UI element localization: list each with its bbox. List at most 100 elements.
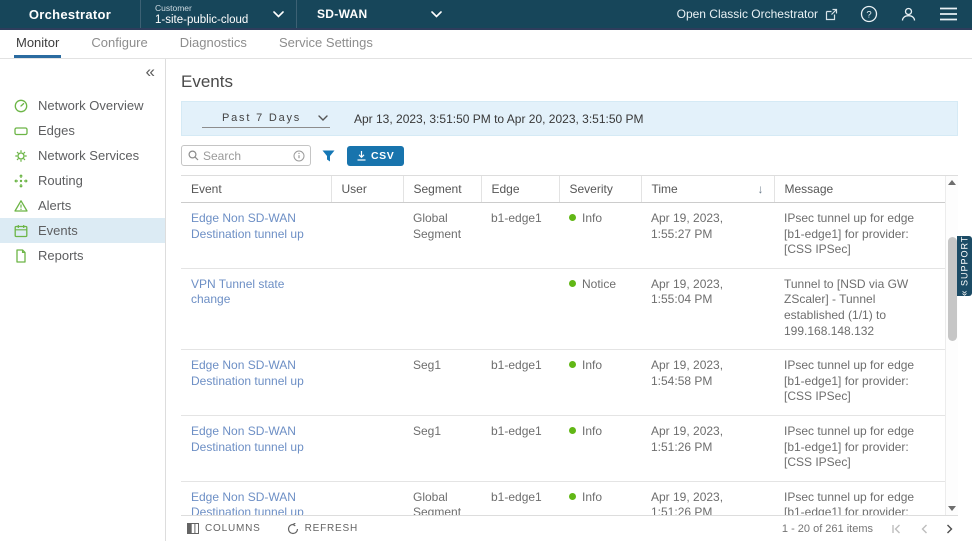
sidebar-item-network-services[interactable]: Network Services: [0, 143, 165, 168]
column-header-edge[interactable]: Edge: [481, 176, 559, 203]
sidebar-item-network-overview[interactable]: Network Overview: [0, 93, 165, 118]
table-row[interactable]: Edge Non SD-WAN Destination tunnel up Se…: [181, 350, 945, 416]
sidebar-item-reports[interactable]: Reports: [0, 243, 165, 268]
edge-cell: b1-edge1: [481, 350, 559, 416]
severity-label: Info: [582, 211, 602, 227]
tab-diagnostics[interactable]: Diagnostics: [178, 30, 249, 58]
gauge-icon: [14, 99, 28, 113]
event-link[interactable]: Edge Non SD-WAN Destination tunnel up: [181, 350, 331, 416]
grid-toolbar: CSV: [181, 145, 958, 166]
table-row[interactable]: VPN Tunnel state change Notice Apr 19, 2…: [181, 268, 945, 349]
user-icon[interactable]: [900, 6, 917, 23]
alert-triangle-icon: [14, 199, 28, 213]
table-scrollbar[interactable]: [945, 176, 958, 515]
download-icon: [357, 151, 366, 161]
column-header-user[interactable]: User: [331, 176, 403, 203]
open-classic-orchestrator-link[interactable]: Open Classic Orchestrator: [677, 7, 838, 21]
time-cell: Apr 19, 2023, 1:51:26 PM: [641, 415, 774, 481]
product-chevron-down-icon: [431, 11, 442, 18]
segment-cell: Global Segment: [403, 203, 481, 269]
customer-chevron-down-icon[interactable]: [269, 0, 296, 28]
message-cell: IPsec tunnel up for edge [b1-edge1] for …: [774, 481, 945, 515]
scroll-down-icon[interactable]: [948, 506, 956, 511]
product-name: SD-WAN: [317, 7, 367, 21]
tab-service-settings[interactable]: Service Settings: [277, 30, 375, 58]
table-row[interactable]: Edge Non SD-WAN Destination tunnel up Gl…: [181, 203, 945, 269]
refresh-icon: [287, 523, 299, 535]
column-header-segment[interactable]: Segment: [403, 176, 481, 203]
user-cell: [331, 350, 403, 416]
severity-label: Info: [582, 424, 602, 440]
column-header-event[interactable]: Event: [181, 176, 331, 203]
calendar-icon: [14, 224, 28, 238]
events-table: Event User Segment Edge Severity Time ↓ …: [181, 176, 945, 515]
column-header-message[interactable]: Message: [774, 176, 945, 203]
sidebar-item-label: Network Overview: [38, 98, 143, 113]
message-cell: IPsec tunnel up for edge [b1-edge1] for …: [774, 350, 945, 416]
hamburger-menu-icon[interactable]: [939, 7, 958, 21]
columns-button-label: COLUMNS: [205, 523, 261, 534]
message-cell: IPsec tunnel up for edge [b1-edge1] for …: [774, 203, 945, 269]
grid-footer: COLUMNS REFRESH 1 - 20 of 261 items: [181, 515, 958, 541]
column-header-severity[interactable]: Severity: [559, 176, 641, 203]
filter-icon[interactable]: [322, 150, 335, 162]
tab-configure[interactable]: Configure: [89, 30, 149, 58]
svg-text:?: ?: [866, 10, 871, 21]
next-page-icon[interactable]: [946, 524, 954, 534]
column-header-time[interactable]: Time ↓: [641, 176, 774, 203]
product-picker[interactable]: SD-WAN: [297, 0, 442, 28]
table-header-row: Event User Segment Edge Severity Time ↓ …: [181, 176, 945, 203]
sidebar-item-edges[interactable]: Edges: [0, 118, 165, 143]
time-cell: Apr 19, 2023, 1:54:58 PM: [641, 350, 774, 416]
time-range-value: Past 7 Days: [208, 112, 301, 124]
severity-cell: Info: [559, 415, 641, 481]
document-icon: [14, 249, 28, 263]
search-box: [181, 145, 311, 166]
refresh-button-label: REFRESH: [305, 523, 358, 534]
sort-descending-icon[interactable]: ↓: [758, 182, 764, 196]
severity-dot: [569, 361, 576, 368]
severity-dot: [569, 280, 576, 287]
sidebar-item-alerts[interactable]: Alerts: [0, 193, 165, 218]
info-icon[interactable]: [293, 150, 305, 162]
customer-picker[interactable]: Customer 1-site-public-cloud: [141, 0, 269, 28]
customer-label: Customer: [155, 3, 269, 13]
refresh-button[interactable]: REFRESH: [287, 523, 358, 535]
sidebar-item-events[interactable]: Events: [0, 218, 165, 243]
open-classic-label: Open Classic Orchestrator: [677, 7, 818, 21]
severity-label: Info: [582, 358, 602, 374]
scrollbar-thumb[interactable]: [948, 237, 957, 341]
search-input[interactable]: [203, 149, 289, 163]
table-row[interactable]: Edge Non SD-WAN Destination tunnel up Se…: [181, 415, 945, 481]
external-link-icon: [825, 8, 838, 21]
sidebar: « Network Overview Edges Network Service…: [0, 59, 166, 541]
columns-button[interactable]: COLUMNS: [187, 523, 261, 534]
page-title: Events: [181, 72, 958, 92]
message-cell: IPsec tunnel up for edge [b1-edge1] for …: [774, 415, 945, 481]
sidebar-item-label: Events: [38, 223, 78, 238]
first-page-icon[interactable]: [891, 524, 902, 534]
event-link[interactable]: Edge Non SD-WAN Destination tunnel up: [181, 203, 331, 269]
sidebar-item-routing[interactable]: Routing: [0, 168, 165, 193]
table-row[interactable]: Edge Non SD-WAN Destination tunnel up Gl…: [181, 481, 945, 515]
csv-export-button[interactable]: CSV: [347, 146, 404, 166]
support-tab[interactable]: « SUPPORT: [957, 236, 972, 296]
previous-page-icon[interactable]: [920, 524, 928, 534]
user-cell: [331, 268, 403, 349]
sidebar-item-label: Reports: [38, 248, 84, 263]
events-table-wrap: Event User Segment Edge Severity Time ↓ …: [181, 175, 958, 515]
event-link[interactable]: VPN Tunnel state change: [181, 268, 331, 349]
time-cell: Apr 19, 2023, 1:55:04 PM: [641, 268, 774, 349]
sidebar-collapse-icon[interactable]: «: [146, 63, 155, 80]
sidebar-item-label: Routing: [38, 173, 83, 188]
event-link[interactable]: Edge Non SD-WAN Destination tunnel up: [181, 481, 331, 515]
events-table-body: Edge Non SD-WAN Destination tunnel up Gl…: [181, 203, 945, 516]
column-header-time-label: Time: [652, 182, 678, 196]
time-range-select[interactable]: Past 7 Days: [202, 110, 330, 128]
event-link[interactable]: Edge Non SD-WAN Destination tunnel up: [181, 415, 331, 481]
tab-monitor[interactable]: Monitor: [14, 30, 61, 58]
app-brand: Orchestrator: [0, 0, 140, 28]
scroll-up-icon[interactable]: [948, 180, 956, 185]
message-cell: Tunnel to [NSD via GW ZScaler] - Tunnel …: [774, 268, 945, 349]
help-icon[interactable]: ?: [860, 5, 878, 23]
